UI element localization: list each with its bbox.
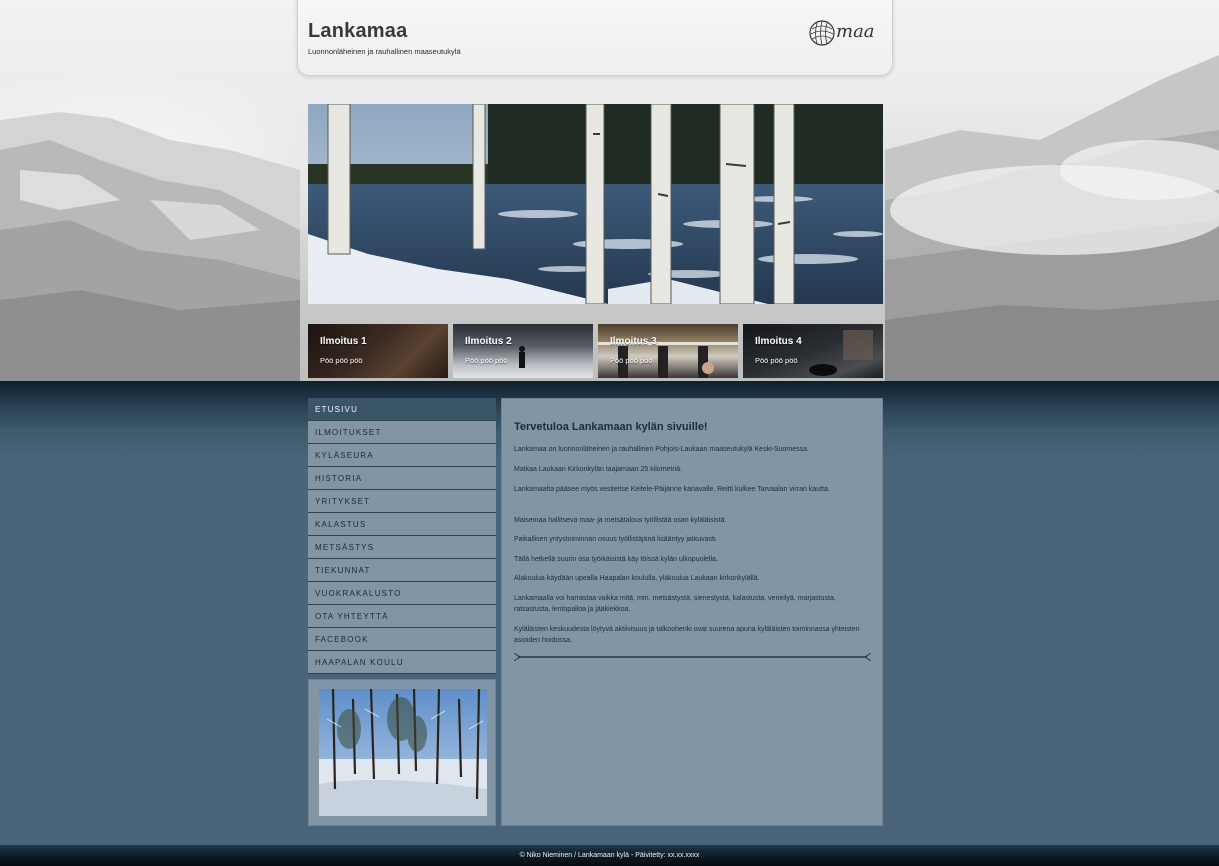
ad-image-gym (809, 330, 873, 376)
ad-card-1[interactable]: Ilmoitus 1 Pöö pöö pöö (308, 324, 448, 378)
footer-text: © Niko Nieminen / Lankamaan kylä - Päivi… (519, 852, 700, 859)
nav-item-kylaseura[interactable]: KYLÄSEURA (308, 444, 496, 467)
main-content: Tervetuloa Lankamaan kylän sivuille! Lan… (501, 398, 883, 826)
content-paragraph: Matkaa Laukaan Kirkonkylän taajamaan 25 … (514, 466, 683, 473)
side-photo-winter-forest (319, 689, 487, 816)
ad-title: Ilmoitus 1 (320, 336, 367, 347)
site-title[interactable]: Lankamaa (308, 20, 407, 43)
nav-item-tiekunnat[interactable]: TIEKUNNAT (308, 559, 496, 582)
hero-image-river-birches (308, 104, 883, 304)
content-paragraph: Alakoulua käydään upealla Haapalan koulu… (514, 575, 760, 582)
ad-title: Ilmoitus 2 (465, 336, 512, 347)
content-paragraph: Tällä hetkellä suurin osa työikäisistä k… (514, 556, 718, 563)
page-title: Tervetuloa Lankamaan kylän sivuille! (514, 421, 708, 433)
content-paragraph: Lankamaalta pääsee myös vesiteitse Keite… (514, 486, 830, 493)
ad-text: Pöö pöö pöö (320, 356, 363, 365)
site-tagline: Luonnonläheinen ja rauhallinen maaseutuk… (308, 47, 461, 56)
content-paragraph: Lankamaa on luonnonläheinen ja rauhallin… (514, 446, 809, 453)
content-paragraph: Paikallisen yritystoiminnan osuus työlli… (514, 536, 718, 543)
ad-card-2[interactable]: Ilmoitus 2 Pöö pöö pöö (453, 324, 593, 378)
nav-item-ota-yhteytta[interactable]: OTA YHTEYTTÄ (308, 605, 496, 628)
ads-row: Ilmoitus 1 Pöö pöö pöö Ilmoitus 2 Pöö pö… (308, 324, 883, 378)
main-navigation: ETUSIVU ILMOITUKSET KYLÄSEURA HISTORIA Y… (308, 398, 496, 674)
content-paragraph: Maisemaa hallitseva maa- ja metsätalous … (514, 517, 727, 524)
logo-text: maa (836, 21, 875, 42)
content-paragraph: Lankamaalla voi harrastaa vaikka mitä, m… (514, 595, 836, 613)
ad-image-walker (519, 346, 525, 368)
nav-item-historia[interactable]: HISTORIA (308, 467, 496, 490)
nav-item-facebook[interactable]: FACEBOOK (308, 628, 496, 651)
nav-item-haapalan-koulu[interactable]: HAAPALAN KOULU (308, 651, 496, 674)
ad-card-3[interactable]: Ilmoitus 3 Pöö pöö pöö (598, 324, 738, 378)
content-paragraph: Kyläläisten keskuudesta löytyvä aktiivis… (514, 626, 860, 644)
ad-title: Ilmoitus 4 (755, 336, 802, 347)
site-logo[interactable]: maa (808, 19, 884, 51)
nav-item-ilmoitukset[interactable]: ILMOITUKSET (308, 421, 496, 444)
ad-card-4[interactable]: Ilmoitus 4 Pöö pöö pöö (743, 324, 883, 378)
ad-text: Pöö pöö pöö (755, 356, 798, 365)
nav-item-yritykset[interactable]: YRITYKSET (308, 490, 496, 513)
decorative-divider (514, 653, 871, 661)
ad-text: Pöö pöö pöö (610, 356, 653, 365)
nav-item-metsastys[interactable]: METSÄSTYS (308, 536, 496, 559)
yarn-ball-icon (809, 20, 835, 46)
site-header: Lankamaa Luonnonläheinen ja rauhallinen … (297, 0, 893, 76)
ad-image-room (598, 342, 738, 378)
ad-text: Pöö pöö pöö (465, 356, 508, 365)
nav-item-kalastus[interactable]: KALASTUS (308, 513, 496, 536)
ad-title: Ilmoitus 3 (610, 336, 657, 347)
nav-item-etusivu[interactable]: ETUSIVU (308, 398, 496, 421)
side-photo-box (308, 679, 496, 826)
nav-item-vuokrakalusto[interactable]: VUOKRAKALUSTO (308, 582, 496, 605)
